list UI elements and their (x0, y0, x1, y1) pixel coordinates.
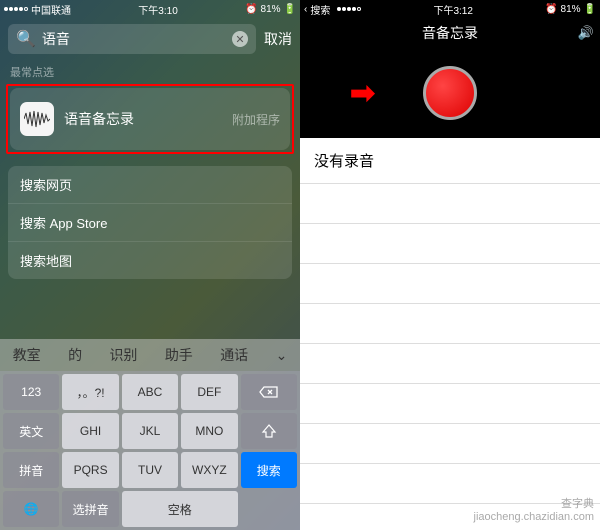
search-input[interactable] (42, 31, 226, 47)
suggestion-item[interactable]: 搜索 App Store (8, 204, 292, 242)
globe-key[interactable]: 🌐 (3, 491, 59, 527)
candidate[interactable]: 教室 (13, 345, 41, 365)
signal-dots-icon (337, 7, 361, 11)
list-item (300, 344, 600, 384)
key-tuv[interactable]: TUV (122, 452, 178, 488)
suggestion-list: 搜索网页 搜索 App Store 搜索地图 (8, 166, 292, 279)
list-item (300, 224, 600, 264)
page-title: 音备忘录 (422, 23, 478, 43)
status-right: ⏰ 81% 🔋 (545, 4, 596, 15)
candidate[interactable]: 的 (68, 345, 82, 365)
key-jkl[interactable]: JKL (122, 413, 178, 449)
key-pqrs[interactable]: PQRS (62, 452, 118, 488)
search-row: 🔍 ✕ 取消 (0, 18, 300, 60)
candidate[interactable]: 通话 (220, 345, 248, 365)
result-tag: 附加程序 (232, 111, 280, 128)
key-mno[interactable]: MNO (181, 413, 237, 449)
caps-key[interactable] (241, 413, 297, 449)
backspace-icon (259, 385, 279, 399)
watermark: 查字典 jiaocheng.chazidian.com (474, 498, 594, 524)
list-item (300, 184, 600, 224)
record-area: ➡ (300, 48, 600, 138)
battery-percent: 81% (261, 4, 281, 15)
globe-icon: 🌐 (24, 502, 39, 516)
suggestion-item[interactable]: 搜索地图 (8, 242, 292, 279)
key-abc[interactable]: ABC (122, 374, 178, 410)
right-screenshot: ‹ 搜索 下午3:12 ⏰ 81% 🔋 音备忘录 🔊 ➡ 没有录音 (300, 0, 600, 530)
status-left: ‹ 搜索 (304, 2, 361, 17)
key-123[interactable]: 123 (3, 374, 59, 410)
battery-icon: 🔋 (584, 4, 596, 15)
chevron-down-icon[interactable]: ⌄ (276, 347, 288, 364)
search-result[interactable]: 语音备忘录 附加程序 (10, 88, 290, 150)
suggestion-item[interactable]: 搜索网页 (8, 166, 292, 204)
battery-percent: 81% (561, 4, 581, 15)
status-right: ⏰ 81% 🔋 (245, 4, 296, 15)
key-wxyz[interactable]: WXYZ (181, 452, 237, 488)
alarm-icon: ⏰ (545, 4, 557, 15)
status-left: 中国联通 (4, 2, 71, 17)
back-label[interactable]: 搜索 (310, 2, 330, 17)
keyboard: 123 ，。?! ABC DEF 英文 GHI JKL MNO 拼音 PQRS … (0, 371, 300, 530)
key-punct[interactable]: ，。?! (62, 374, 118, 410)
result-name: 语音备忘录 (64, 109, 222, 129)
key-pinyin[interactable]: 拼音 (3, 452, 59, 488)
highlight-box: 语音备忘录 附加程序 (6, 84, 294, 154)
list-item (300, 424, 600, 464)
section-label: 最常点选 (0, 60, 300, 84)
watermark-line1: 查字典 (474, 498, 594, 511)
chevron-left-icon[interactable]: ‹ (304, 4, 307, 15)
nav-bar: 音备忘录 🔊 (300, 18, 600, 48)
key-ghi[interactable]: GHI (62, 413, 118, 449)
carrier-label: 中国联通 (31, 2, 71, 17)
recordings-list (300, 183, 600, 504)
caps-icon (261, 423, 277, 439)
list-item (300, 304, 600, 344)
signal-dots-icon (4, 7, 28, 11)
battery-icon: 🔋 (284, 4, 296, 15)
key-select-pinyin[interactable]: 选拼音 (62, 491, 118, 527)
left-screenshot: 中国联通 下午3:10 ⏰ 81% 🔋 🔍 ✕ 取消 最常点选 语音备忘录 附加… (0, 0, 300, 530)
search-icon: 🔍 (16, 29, 36, 49)
candidate-bar: 教室 的 识别 助手 通话 ⌄ (0, 339, 300, 371)
candidate[interactable]: 助手 (165, 345, 193, 365)
candidate[interactable]: 识别 (109, 345, 137, 365)
voice-memo-app-icon (20, 102, 54, 136)
record-button[interactable] (423, 66, 477, 120)
search-box[interactable]: 🔍 ✕ (8, 24, 256, 54)
watermark-line2: jiaocheng.chazidian.com (474, 511, 594, 524)
key-def[interactable]: DEF (181, 374, 237, 410)
empty-message: 没有录音 (300, 138, 600, 183)
backspace-key[interactable] (241, 374, 297, 410)
list-item (300, 384, 600, 424)
search-key[interactable]: 搜索 (241, 452, 297, 488)
annotation-arrow-icon: ➡ (350, 76, 375, 111)
key-space[interactable]: 空格 (122, 491, 238, 527)
clear-button[interactable]: ✕ (232, 31, 248, 47)
list-item (300, 264, 600, 304)
alarm-icon: ⏰ (245, 4, 257, 15)
status-time: 下午3:10 (138, 2, 177, 17)
key-english[interactable]: 英文 (3, 413, 59, 449)
status-time: 下午3:12 (433, 2, 472, 17)
status-bar: ‹ 搜索 下午3:12 ⏰ 81% 🔋 (300, 0, 600, 18)
cancel-button[interactable]: 取消 (264, 29, 292, 49)
speaker-icon[interactable]: 🔊 (578, 25, 594, 41)
status-bar: 中国联通 下午3:10 ⏰ 81% 🔋 (0, 0, 300, 18)
